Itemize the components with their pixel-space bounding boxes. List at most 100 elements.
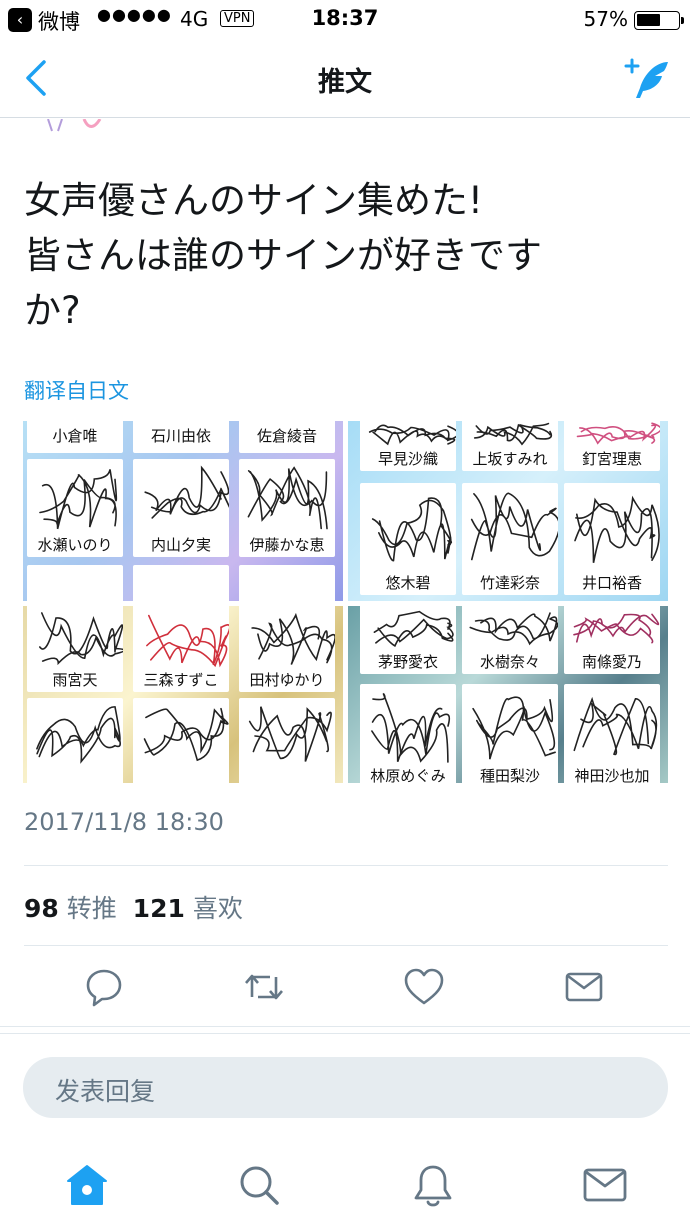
signature-caption: 水瀬いのり <box>37 536 113 554</box>
signature-caption: 早見沙織 <box>377 450 438 468</box>
tweet-stats: 98 转推 121 喜欢 <box>24 889 243 925</box>
signature-caption: 釘宮理恵 <box>581 450 642 468</box>
bell-icon <box>414 1165 452 1207</box>
reply-placeholder: 发表回复 <box>55 1077 156 1106</box>
signature-card: 佐倉綾音 <box>239 421 335 453</box>
signature-scribble <box>248 706 332 762</box>
signature-card: 早見沙織 <box>360 421 456 471</box>
media-grid: 小倉唯 石川由依 佐倉綾音水瀬いのり 内山夕実 伊藤かな恵 早見沙織 上坂すみれ 釘宮理恵悠… <box>23 421 668 783</box>
heart-icon <box>404 968 444 1005</box>
tweet-text-line: 女声優さんのサイン集めた! <box>24 179 483 222</box>
envelope-icon <box>583 1168 627 1202</box>
signature-card: 井口裕香 <box>564 483 660 595</box>
signature-caption: 小倉唯 <box>52 427 98 445</box>
like-label[interactable]: 喜欢 <box>193 894 243 923</box>
signature-caption: 林原めぐみ <box>370 767 446 783</box>
signature-card <box>133 698 229 783</box>
page-title: 推文 <box>318 67 372 98</box>
signature-card: 雨宮天 <box>27 606 123 692</box>
signature-card: 田村ゆかり <box>239 606 335 692</box>
signature-card: 神田沙也加 <box>564 684 660 783</box>
reply-input[interactable]: 发表回复 <box>23 1057 668 1118</box>
tweet-actions <box>0 963 690 1011</box>
tweet-text: 女声優さんのサイン集めた! 皆さんは誰のサインが好きです か? <box>24 173 644 338</box>
signature-card: 石川由依 <box>133 421 229 453</box>
home-icon <box>67 1165 107 1205</box>
signature-card: 内山夕実 <box>133 459 229 557</box>
media-image-4[interactable]: 茅野愛衣 水樹奈々 南條愛乃林原めぐみ 種田梨沙 神田沙也加 <box>348 606 668 783</box>
signature-caption: 佐倉綾音 <box>256 427 317 445</box>
signature-caption: 三森すずこ <box>143 671 219 689</box>
signature-scribble <box>36 706 121 764</box>
compose-tweet-button[interactable] <box>622 54 672 104</box>
translate-link[interactable]: 翻译自日文 <box>24 375 129 405</box>
media-image-2[interactable]: 早見沙織 上坂すみれ 釘宮理恵悠木碧 竹達彩奈 井口裕香 <box>348 421 668 601</box>
signature-caption: 水樹奈々 <box>479 653 540 671</box>
retweet-label[interactable]: 转推 <box>67 894 117 923</box>
retweet-count[interactable]: 98 <box>24 894 59 923</box>
signature-caption: 竹達彩奈 <box>479 574 540 592</box>
like-count[interactable]: 121 <box>133 894 185 923</box>
tab-messages[interactable] <box>580 1160 630 1210</box>
signature-card: 林原めぐみ <box>360 684 456 783</box>
tab-search[interactable] <box>234 1160 284 1210</box>
signature-card: 南條愛乃 <box>564 606 660 674</box>
signature-caption: 伊藤かな恵 <box>249 536 325 554</box>
signature-card: 水瀬いのり <box>27 459 123 557</box>
divider <box>24 945 668 946</box>
battery-percent: 57% <box>583 7 628 31</box>
divider <box>0 1033 690 1034</box>
retweet-button[interactable] <box>240 963 288 1011</box>
media-image-3[interactable]: 雨宮天 三森すずこ 田村ゆかり <box>23 606 343 783</box>
signature-card: 上坂すみれ <box>462 421 558 471</box>
reply-icon <box>86 969 122 1007</box>
signature-caption: 内山夕実 <box>150 536 211 554</box>
signature-card <box>133 565 229 601</box>
signature-caption: 神田沙也加 <box>574 767 650 783</box>
signature-card: 種田梨沙 <box>462 684 558 783</box>
navigation-bar: 推文 <box>0 40 690 118</box>
reply-button[interactable] <box>80 963 128 1011</box>
signature-card: 小倉唯 <box>27 421 123 453</box>
tab-bar <box>0 1140 690 1227</box>
envelope-icon <box>565 972 603 1002</box>
divider <box>0 1026 690 1027</box>
signature-card <box>239 565 335 601</box>
avatar-peek <box>40 118 110 132</box>
signature-caption: 井口裕香 <box>581 574 642 592</box>
signature-card: 竹達彩奈 <box>462 483 558 595</box>
signature-caption: 種田梨沙 <box>479 767 540 783</box>
signature-caption: 悠木碧 <box>385 574 431 592</box>
tab-notifications[interactable] <box>408 1160 458 1210</box>
signature-card: 釘宮理恵 <box>564 421 660 471</box>
media-image-1[interactable]: 小倉唯 石川由依 佐倉綾音水瀬いのり 内山夕実 伊藤かな恵 <box>23 421 343 601</box>
like-button[interactable] <box>400 963 448 1011</box>
signature-card <box>239 698 335 783</box>
signature-caption: 上坂すみれ <box>472 450 548 468</box>
battery-tip <box>681 17 684 24</box>
signature-card: 伊藤かな恵 <box>239 459 335 557</box>
tab-home[interactable] <box>62 1160 112 1210</box>
signature-card <box>27 698 123 783</box>
signature-card: 三森すずこ <box>133 606 229 692</box>
signature-caption: 石川由依 <box>150 427 211 445</box>
battery-fill <box>637 14 660 26</box>
signature-card: 水樹奈々 <box>462 606 558 674</box>
share-message-button[interactable] <box>560 963 608 1011</box>
signature-card: 悠木碧 <box>360 483 456 595</box>
signature-card: 茅野愛衣 <box>360 606 456 674</box>
signature-caption: 南條愛乃 <box>581 653 642 671</box>
signature-caption: 茅野愛衣 <box>377 653 438 671</box>
signature-scribble <box>143 707 229 762</box>
signature-caption: 雨宮天 <box>52 671 98 689</box>
retweet-icon <box>245 974 283 1000</box>
compose-feather-icon <box>624 58 668 98</box>
tweet-text-line: 皆さんは誰のサインが好きです <box>24 234 542 277</box>
signature-card <box>27 565 123 601</box>
status-bar: ‹ 微博 ●●●●● 4G VPN 18:37 57% <box>0 0 690 40</box>
battery-icon <box>634 11 684 30</box>
tweet-text-line: か? <box>24 289 81 332</box>
tweet-timestamp: 2017/11/8 18:30 <box>24 808 224 836</box>
divider <box>24 865 668 866</box>
signature-caption: 田村ゆかり <box>249 671 325 689</box>
